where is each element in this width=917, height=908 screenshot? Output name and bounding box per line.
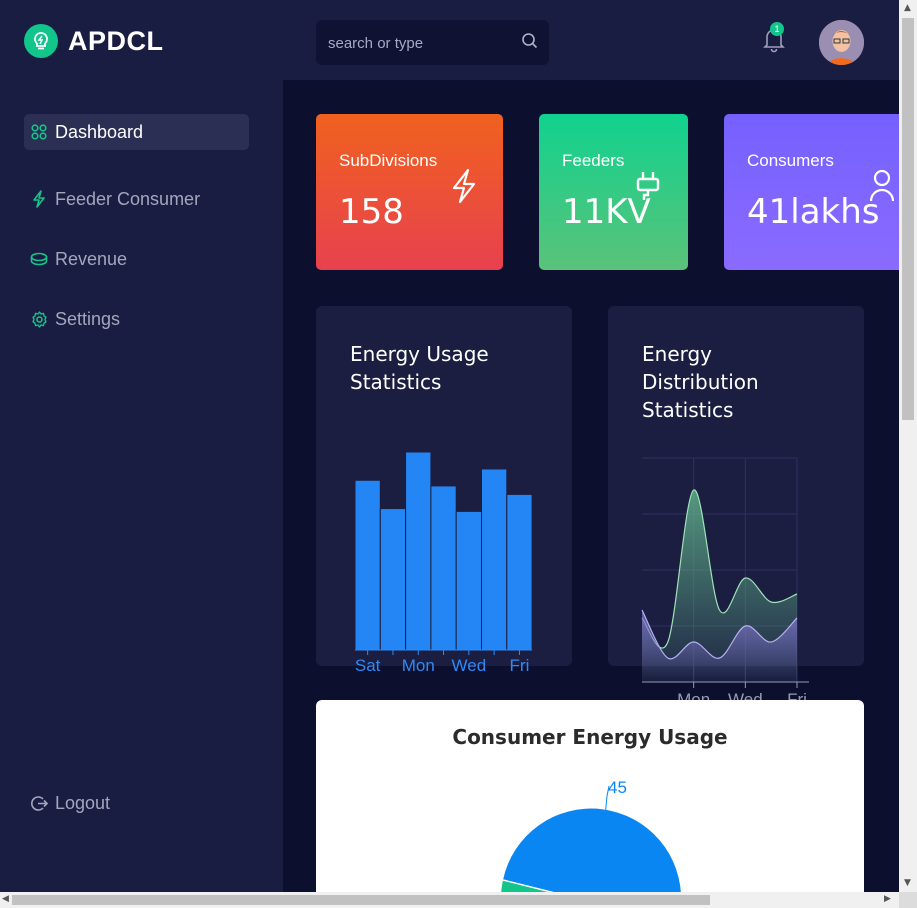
logout-icon (30, 794, 48, 812)
stat-card-value: 41lakhs (747, 192, 880, 232)
stat-card-title: SubDivisions (339, 151, 438, 170)
sidebar-item-settings[interactable]: Settings (24, 301, 249, 337)
sidebar-item-label: Settings (55, 308, 121, 329)
sidebar-item-label: Feeder Consumer (55, 188, 201, 209)
horizontal-scroll-thumb[interactable] (12, 895, 710, 905)
stat-card-title: Feeders (562, 151, 625, 170)
x-tick-label: Wed (452, 656, 487, 675)
bar-sat (354, 479, 381, 651)
sidebar-item-feeder-consumer[interactable]: Feeder Consumer (24, 181, 249, 217)
logout-label: Logout (55, 792, 111, 813)
coin-icon (30, 250, 48, 268)
gear-icon (30, 310, 48, 328)
sidebar-item-revenue[interactable]: Revenue (24, 241, 249, 277)
bulb-icon (24, 24, 58, 58)
consumer-energy-usage-card: Consumer Energy Usage 45 (316, 700, 864, 900)
sidebar-item-label: Revenue (55, 248, 128, 269)
panel-title-line: Energy Usage (350, 342, 489, 366)
x-tick-label: Sat (355, 656, 381, 675)
vertical-scrollbar[interactable]: ▲ ▼ (899, 0, 917, 892)
panel-title-line: Distribution (642, 370, 759, 394)
scroll-down-arrow-icon[interactable]: ▼ (904, 878, 911, 888)
scrollbar-corner (899, 892, 917, 908)
vertical-scroll-thumb[interactable] (902, 18, 914, 420)
brand-name: APDCL (68, 25, 164, 56)
energy-usage-bar-chart: Sat Mon Wed Fri (354, 451, 533, 675)
notification-badge: 1 (770, 22, 784, 36)
sidebar-item-label: Dashboard (55, 121, 144, 142)
bar-thu (481, 468, 508, 651)
search-icon[interactable] (521, 32, 539, 54)
search-box[interactable] (316, 20, 549, 67)
top-bar: APDCL 1 (0, 0, 899, 80)
scroll-right-arrow-icon[interactable]: ▶ (884, 894, 891, 904)
panel-title-line: Energy (642, 342, 713, 366)
stat-card-subdivisions[interactable]: SubDivisions 158 (316, 114, 503, 270)
energy-distribution-area-chart: Mon Wed Fri (641, 457, 809, 708)
panel-title-line: Statistics (350, 370, 442, 394)
brand[interactable]: APDCL (24, 24, 164, 58)
x-tick-label: Fri (510, 656, 530, 675)
sidebar-item-dashboard[interactable]: Dashboard (24, 114, 249, 150)
scroll-up-arrow-icon[interactable]: ▲ (904, 3, 911, 13)
x-tick-label: Mon (402, 656, 435, 675)
bar-sun (379, 508, 407, 651)
stat-card-value: 158 (339, 192, 404, 232)
plug-icon (634, 170, 662, 206)
consumer-energy-pie-chart: 45 (500, 778, 681, 900)
logout-button[interactable]: Logout (24, 785, 249, 821)
horizontal-scrollbar[interactable]: ◀ ▶ (0, 892, 899, 908)
bolt-icon (30, 190, 48, 208)
panel-title: Energy Distribution Statistics (642, 340, 759, 424)
panel-title: Energy Usage Statistics (350, 340, 489, 396)
sidebar: Dashboard Feeder Consumer Revenue Settin… (0, 80, 283, 892)
bar-fri (506, 493, 533, 651)
grid-icon (30, 123, 48, 141)
avatar[interactable] (819, 20, 864, 65)
panel-title-line: Statistics (642, 398, 734, 422)
bar-tue (430, 485, 457, 651)
bolt-icon (450, 168, 478, 208)
pie-slice-label: 45 (608, 778, 627, 797)
scroll-left-arrow-icon[interactable]: ◀ (2, 894, 9, 904)
stat-card-title: Consumers (747, 151, 834, 170)
stat-card-feeders[interactable]: Feeders 11KV (539, 114, 688, 270)
bar-wed (455, 510, 482, 651)
stat-card-consumers[interactable]: Consumers 41lakhs (724, 114, 899, 270)
user-icon (868, 168, 896, 208)
search-input[interactable] (316, 20, 520, 67)
bar-mon (405, 451, 432, 651)
